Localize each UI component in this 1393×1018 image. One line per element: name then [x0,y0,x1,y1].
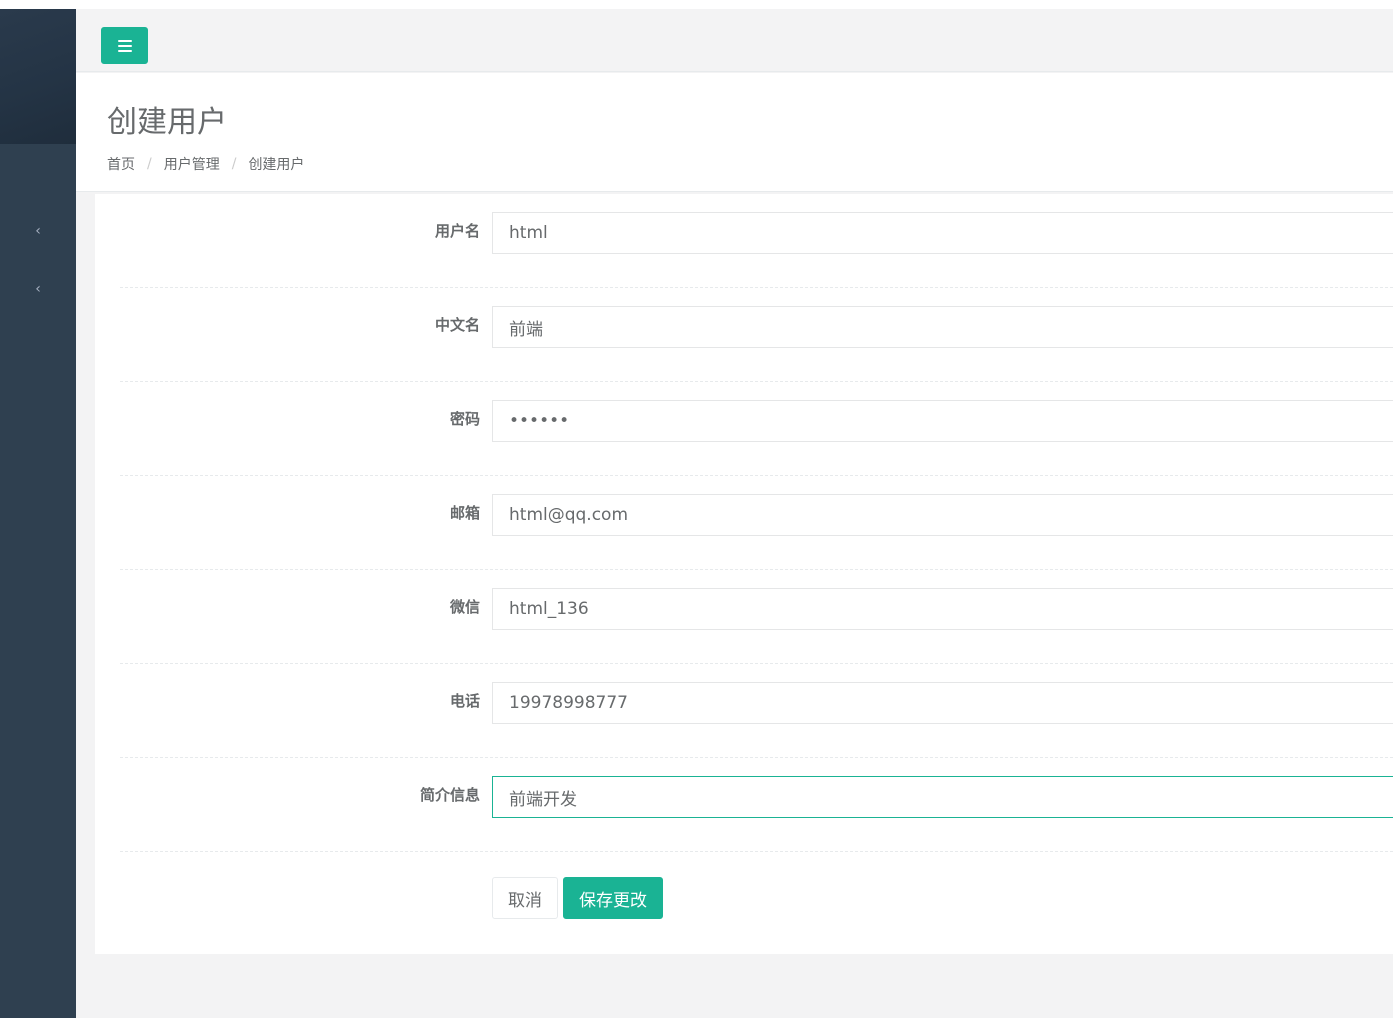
form-panel: 用户名 中文名 密码 邮箱 微信 电话 简介信息 取消 保存更改 [95,194,1393,954]
page-title: 创建用户 [107,105,227,140]
sidebar-item-2[interactable]: ‹ [0,269,76,309]
sidebar-profile-area [0,9,76,144]
breadcrumb-home[interactable]: 首页 [107,154,135,174]
username-label: 用户名 [434,222,480,240]
form-row-wechat: 微信 [120,570,1393,664]
breadcrumb-current: 创建用户 [248,157,305,173]
form-row-email: 邮箱 [120,476,1393,570]
form-row-username: 用户名 [120,194,1393,288]
chevron-left-icon: ‹ [35,223,41,239]
username-input[interactable] [492,212,1393,254]
top-navbar [76,9,1393,72]
password-input[interactable] [492,400,1393,442]
password-label: 密码 [449,410,480,428]
breadcrumb: 首页 / 用户管理 / 创建用户 [107,154,304,174]
menu-bars-icon [117,39,132,52]
wechat-label: 微信 [449,598,480,616]
bio-label: 简介信息 [419,786,480,804]
save-button[interactable]: 保存更改 [563,877,663,919]
form-row-phone: 电话 [120,664,1393,758]
cancel-button[interactable]: 取消 [492,877,558,919]
top-strip [0,0,1393,9]
form-row-bio: 简介信息 [120,758,1393,852]
chinese-name-input[interactable] [492,306,1393,348]
bio-input[interactable] [492,776,1393,818]
phone-input[interactable] [492,682,1393,724]
chinese-name-label: 中文名 [434,316,480,334]
breadcrumb-user-management[interactable]: 用户管理 [164,154,220,174]
breadcrumb-separator: / [147,156,152,172]
chevron-left-icon: ‹ [35,281,41,297]
page-heading: 创建用户 首页 / 用户管理 / 创建用户 [76,73,1393,192]
sidebar-item-1[interactable]: ‹ [0,211,76,251]
form-row-chinese-name: 中文名 [120,288,1393,382]
menu-toggle-button[interactable] [101,27,148,64]
form-row-password: 密码 [120,382,1393,476]
sidebar: ‹ ‹ [0,9,76,1018]
form-actions: 取消 保存更改 [492,877,663,919]
phone-label: 电话 [449,692,480,710]
email-label: 邮箱 [449,504,480,522]
breadcrumb-separator: / [231,156,237,172]
main-content: 创建用户 首页 / 用户管理 / 创建用户 用户名 中文名 密码 邮箱 微信 [76,9,1393,1018]
email-input[interactable] [492,494,1393,536]
wechat-input[interactable] [492,588,1393,630]
